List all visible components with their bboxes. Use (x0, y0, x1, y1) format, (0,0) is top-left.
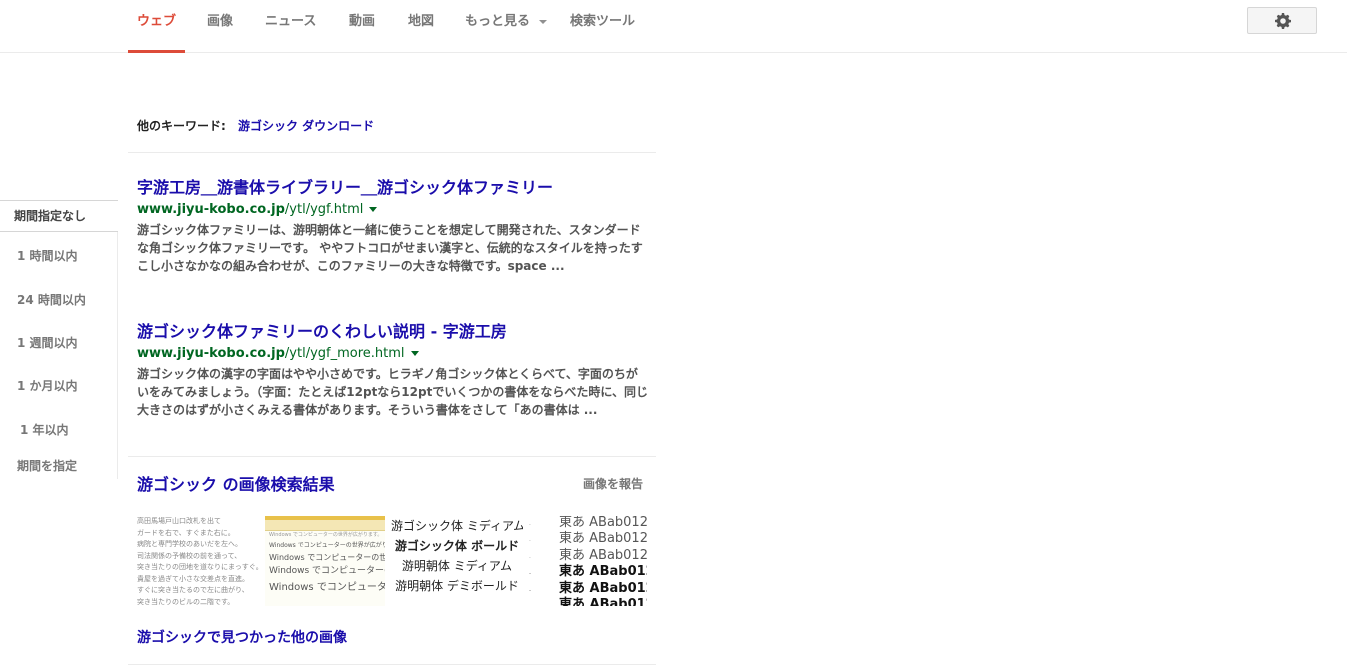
thumb-text: Windows でコンピューターの世界が広がります。 (269, 532, 383, 538)
time-filter-sidebar: 期間指定なし 1 時間以内 24 時間以内 1 週間以内 1 か月以内 1 年以… (0, 200, 118, 479)
report-images-link[interactable]: 画像を報告 (583, 475, 643, 492)
url-dropdown-arrow-icon[interactable] (410, 351, 419, 356)
thumb-line-marker: - (529, 554, 531, 561)
tab-search-tools-label: 検索ツール (570, 14, 636, 29)
thumb-text: ガードを右で、すぐまた右に。 (137, 528, 235, 537)
thumb-text: Windows でコンピューター (269, 582, 385, 593)
tab-news-label: ニュース (265, 14, 317, 29)
thumb-text: 突き当たりのビルの二階です。 (137, 597, 235, 606)
chevron-down-icon (538, 19, 547, 24)
top-nav-bar: ウェブ 画像 ニュース 動画 地図 もっと見る 検索ツール (0, 0, 1347, 53)
divider (128, 456, 656, 457)
thumb-text: - 東あ ABab012 (529, 565, 647, 581)
related-label: 他のキーワード: (137, 119, 226, 133)
time-filter-year[interactable]: 1 年以内 (20, 421, 69, 438)
thumb-text: 游ゴシック体 ミディアム (391, 519, 523, 533)
result-snippet: 游ゴシック体の漢字の字面はやや小さめです。ヒラギノ角ゴシック体とくらべて、字面の… (137, 367, 648, 417)
image-thumbnail[interactable]: - 東あ ABab012 - 東あ ABab012 - 東あ ABab012 - 東あ … (529, 516, 647, 606)
tab-maps[interactable]: 地図 (408, 0, 434, 53)
search-result: 字游工房＿游書体ライブラリー＿游ゴシック体ファミリー www.jiyu-kobo… (137, 178, 657, 275)
thumb-text: - 東あ ABab012 (529, 580, 647, 598)
result-title-link[interactable]: 字游工房＿游書体ライブラリー＿游ゴシック体ファミリー (137, 178, 657, 198)
thumb-text: - 東あ ABab012 (529, 532, 647, 548)
more-images-link[interactable]: 游ゴシックで見つかった他の画像 (137, 627, 347, 647)
thumb-text: 東あ ABab012 (559, 516, 647, 530)
divider (128, 664, 656, 665)
thumb-line-marker: - (529, 538, 531, 545)
thumb-text: 高田馬場戸山口改札を出て (137, 517, 221, 525)
search-result: 游ゴシック体ファミリーのくわしい説明 - 字游工房 www.jiyu-kobo.… (137, 322, 657, 419)
thumb-line-marker: - (529, 587, 532, 594)
thumb-text: 游ゴシック体 ボールド (394, 539, 520, 553)
result-url-path: /ytl/ygf_more.html (284, 346, 405, 361)
related-keyword-link[interactable]: 游ゴシック ダウンロード (238, 119, 374, 133)
result-url: www.jiyu-kobo.co.jp/ytl/ygf.html (137, 202, 657, 218)
thumb-text: -東あ ABab012 (529, 597, 647, 606)
result-url: www.jiyu-kobo.co.jp/ytl/ygf_more.html (137, 346, 657, 362)
tab-more-label: もっと見る (465, 14, 531, 29)
thumb-text: 東あ ABab012 (559, 597, 647, 606)
thumb-text: - 東あ ABab012 (529, 516, 647, 532)
image-results-header-link[interactable]: 游ゴシック の画像検索結果 (137, 471, 335, 495)
thumb-text: 東あ ABab012 (559, 564, 647, 580)
thumb-text: Windows でコンピューターの世界が広がります。 (269, 542, 385, 549)
thumb-text: 游明朝体 デミボールド (395, 579, 519, 593)
related-searches: 他のキーワード: 游ゴシック ダウンロード (137, 117, 374, 134)
thumb-text: 司法関係の予備校の前を通って、 (137, 551, 242, 560)
tab-videos-label: 動画 (349, 14, 376, 29)
thumb-line-marker: - (529, 522, 531, 528)
thumb-text: - 東あ ABab012 (529, 547, 647, 565)
time-filter-hour[interactable]: 1 時間以内 (17, 247, 78, 264)
thumb-text: 東あ ABab012 (559, 580, 647, 596)
result-url-host: www.jiyu-kobo.co.jp (137, 202, 285, 217)
result-snippet: 游ゴシック体ファミリーは、游明朝体と一緒に使うことを想定して開発された、スタンダ… (137, 223, 643, 273)
tab-maps-label: 地図 (408, 14, 435, 29)
thumb-text: すぐに突き当たるので左に曲がり、 (137, 586, 249, 594)
time-filter-custom[interactable]: 期間を指定 (17, 457, 77, 474)
settings-button[interactable] (1247, 7, 1317, 34)
thumb-text: Windows でコンピューターの世 (269, 566, 385, 576)
result-url-host: www.jiyu-kobo.co.jp (137, 346, 285, 361)
thumb-window-bar (265, 520, 385, 531)
thumb-line-marker: - (529, 600, 559, 606)
thumb-text: Windows でコンピューターの世界 (269, 553, 385, 562)
tab-more[interactable]: もっと見る (465, 0, 547, 53)
thumb-text: 游明朝体 ミディアム (401, 559, 513, 573)
image-thumbnail[interactable]: 游ゴシック体 ミディアム 游ゴシック体 ボールド 游明朝体 ミディアム 游明朝体… (391, 516, 523, 606)
thumb-text: 貴屋を過ぎて小さな交差点を直進。 (137, 574, 249, 583)
thumb-text: 東あ ABab012 (559, 531, 647, 547)
divider (128, 152, 656, 153)
tab-web-label: ウェブ (137, 14, 177, 29)
tab-images-label: 画像 (207, 14, 234, 29)
result-url-path: /ytl/ygf.html (284, 202, 364, 217)
tab-web[interactable]: ウェブ (128, 0, 186, 53)
result-title-link[interactable]: 游ゴシック体ファミリーのくわしい説明 - 字游工房 (137, 322, 657, 342)
tab-search-tools[interactable]: 検索ツール (570, 0, 635, 53)
thumb-text: 突き当たりの団地を道なりにまっすぐ。 (137, 563, 259, 571)
thumb-line-marker: - (529, 571, 532, 578)
image-thumbnail[interactable]: 高田馬場戸山口改札を出て ガードを右で、すぐまた右に。 病院と専門学校のあいだを… (137, 516, 259, 606)
tab-news[interactable]: ニュース (265, 0, 316, 53)
url-dropdown-arrow-icon[interactable] (369, 207, 378, 212)
time-filter-any[interactable]: 期間指定なし (0, 200, 118, 232)
time-filter-week[interactable]: 1 週間以内 (17, 334, 78, 351)
time-filter-month[interactable]: 1 か月以内 (17, 377, 78, 394)
thumb-text: 病院と専門学校のあいだを左へ。 (137, 540, 242, 548)
tab-images[interactable]: 画像 (207, 0, 233, 53)
sidebar-divider (117, 232, 118, 479)
gear-icon (1275, 13, 1291, 29)
tab-videos[interactable]: 動画 (349, 0, 375, 53)
image-thumbnail[interactable]: Windows でコンピューターの世界が広がります。 Windows でコンピュ… (265, 516, 385, 606)
thumb-text: 東あ ABab012 (559, 547, 647, 563)
time-filter-24h[interactable]: 24 時間以内 (17, 291, 86, 308)
